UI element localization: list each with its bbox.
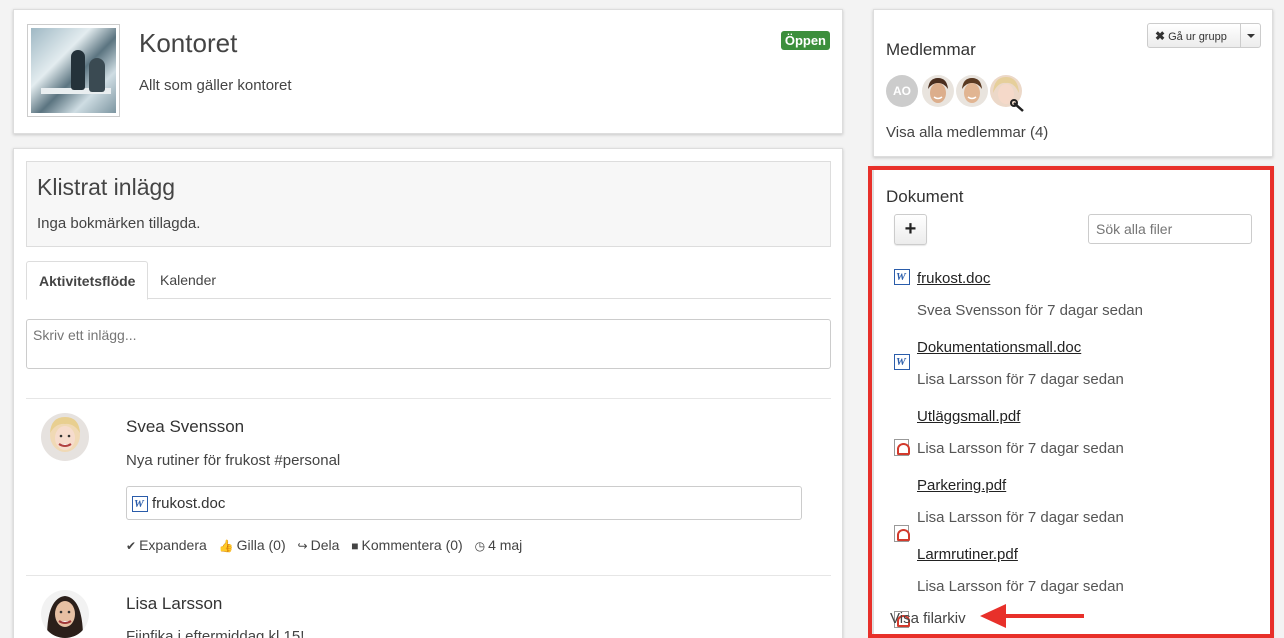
- post-attachment[interactable]: frukost.doc: [126, 486, 802, 520]
- file-link[interactable]: Larmrutiner.pdf: [917, 546, 1018, 563]
- pdf-icon: [894, 525, 910, 542]
- members-panel: Medlemmar ✖ Gå ur grupp AO Visa alla med…: [873, 9, 1273, 157]
- like-action[interactable]: 👍 Gilla (0): [219, 537, 286, 553]
- group-description: Allt som gäller kontoret: [139, 77, 292, 94]
- share-action[interactable]: ↪ Dela: [298, 537, 340, 553]
- comment-action[interactable]: ■ Kommentera (0): [351, 537, 462, 553]
- documents-title: Dokument: [886, 187, 964, 206]
- avatar[interactable]: AO: [886, 75, 918, 107]
- avatar[interactable]: [922, 75, 954, 107]
- group-title: Kontoret: [139, 28, 238, 58]
- pinned-posts-box: Klistrat inlägg Inga bokmärken tillagda.: [26, 161, 831, 247]
- share-icon: ↪: [297, 539, 308, 553]
- file-meta: Lisa Larsson för 7 dagar sedan: [917, 578, 1124, 595]
- avatar[interactable]: [41, 413, 89, 461]
- comment-icon: ■: [351, 539, 359, 553]
- avatar[interactable]: [41, 590, 89, 638]
- word-doc-icon: [894, 269, 910, 285]
- file-meta: Lisa Larsson för 7 dagar sedan: [917, 371, 1124, 388]
- tab-activity-feed[interactable]: Aktivitetsflöde: [26, 261, 149, 300]
- file-meta: Svea Svensson för 7 dagar sedan: [917, 302, 1143, 319]
- post-text: Fijnfika i eftermiddag kl 15!: [126, 628, 305, 638]
- avatar[interactable]: [956, 75, 988, 107]
- post-date-label: 4 maj: [488, 537, 523, 553]
- chevron-down-icon: ✔: [126, 539, 137, 553]
- post-composer-input[interactable]: [26, 319, 831, 369]
- group-header-panel: Kontoret Allt som gäller kontoret Öppen: [13, 9, 843, 134]
- documents-panel: Dokument + frukost.doc Svea Svensson för…: [873, 166, 1273, 638]
- file-link[interactable]: frukost.doc: [917, 270, 990, 287]
- group-image: [27, 24, 120, 117]
- view-file-archive-link[interactable]: Visa filarkiv: [890, 610, 966, 627]
- post-actions: ✔ Expandera 👍 Gilla (0) ↪ Dela ■ Kommentera …: [126, 537, 530, 553]
- feed-divider: [26, 575, 831, 576]
- feed-tabs: Aktivitetsflöde Kalender: [26, 261, 831, 300]
- tab-calendar[interactable]: Kalender: [148, 261, 228, 299]
- file-search-input[interactable]: [1088, 214, 1252, 244]
- post-author[interactable]: Lisa Larsson: [126, 594, 222, 614]
- file-link[interactable]: Parkering.pdf: [917, 477, 1006, 494]
- pinned-title: Klistrat inlägg: [37, 174, 176, 200]
- post-text: Nya rutiner för frukost #personal: [126, 452, 341, 469]
- like-label: Gilla (0): [236, 537, 286, 553]
- expand-label: Expandera: [139, 537, 207, 553]
- post-author[interactable]: Svea Svensson: [126, 417, 244, 437]
- feed-divider: [26, 398, 831, 399]
- clock-icon: ◷: [474, 539, 486, 553]
- share-label: Dela: [310, 537, 340, 553]
- file-meta: Lisa Larsson för 7 dagar sedan: [917, 440, 1124, 457]
- leave-group-button[interactable]: ✖ Gå ur grupp: [1147, 23, 1261, 48]
- file-meta: Lisa Larsson för 7 dagar sedan: [917, 509, 1124, 526]
- thumbs-up-icon: 👍: [218, 539, 234, 553]
- post-date: ◷ 4 maj: [475, 537, 523, 553]
- file-link[interactable]: Dokumentationsmall.doc: [917, 339, 1081, 356]
- comment-label: Kommentera (0): [361, 537, 463, 553]
- expand-action[interactable]: ✔ Expandera: [126, 537, 207, 553]
- chevron-down-icon[interactable]: [1240, 24, 1260, 47]
- word-doc-icon: [894, 354, 910, 370]
- word-doc-icon: [132, 496, 148, 512]
- main-feed-panel: Klistrat inlägg Inga bokmärken tillagda.…: [13, 148, 843, 638]
- close-icon: ✖: [1155, 29, 1166, 43]
- members-title: Medlemmar: [886, 40, 976, 59]
- add-file-button[interactable]: +: [894, 214, 927, 245]
- status-badge: Öppen: [780, 31, 830, 50]
- file-link[interactable]: Utläggsmall.pdf: [917, 408, 1020, 425]
- annotation-arrow-icon: [980, 604, 1084, 628]
- attachment-name: frukost.doc: [152, 495, 226, 512]
- pdf-icon: [894, 439, 910, 456]
- leave-group-label: Gå ur grupp: [1168, 31, 1227, 43]
- view-all-members-link[interactable]: Visa alla medlemmar (4): [886, 124, 1048, 141]
- avatar[interactable]: [990, 75, 1024, 112]
- pinned-empty-text: Inga bokmärken tillagda.: [37, 215, 201, 232]
